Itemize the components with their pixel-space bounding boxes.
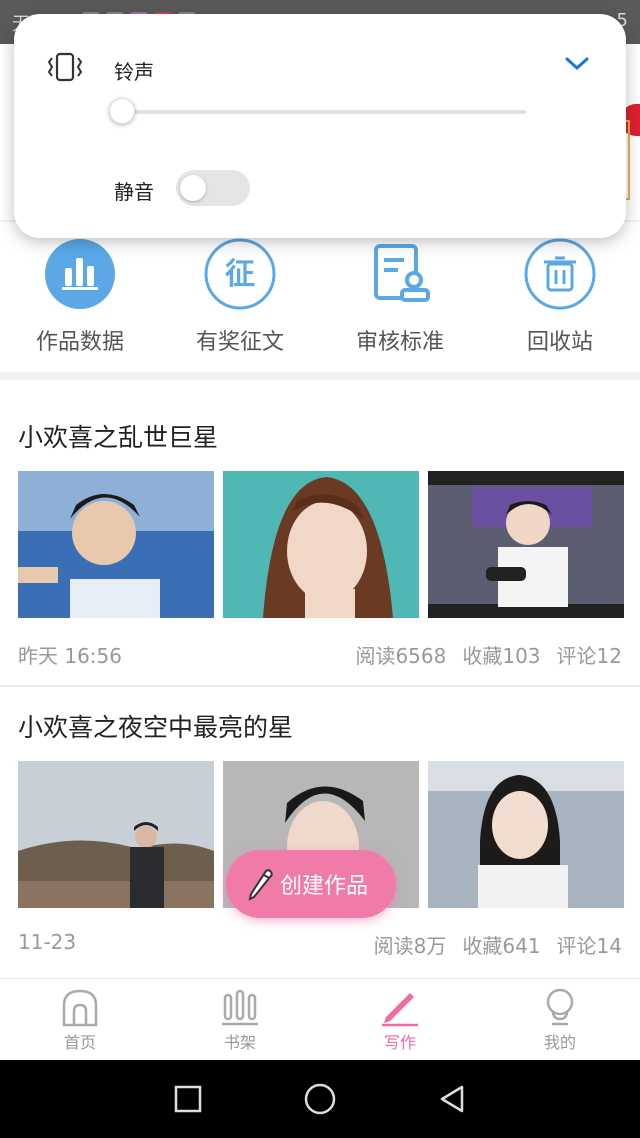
toggle-knob[interactable]: [180, 175, 206, 201]
work-title[interactable]: 小欢喜之夜空中最亮的星: [18, 708, 293, 744]
work-stats: 阅读8万 收藏641 评论14: [374, 930, 622, 959]
profile-icon: [546, 988, 574, 1026]
work-thumbnails: [18, 471, 624, 618]
action-label: 审核标准: [355, 330, 444, 355]
home-button-icon[interactable]: [303, 1082, 337, 1116]
bar-chart-icon: [44, 238, 116, 310]
recents-icon[interactable]: [173, 1084, 203, 1114]
favorite-count: 收藏641: [462, 934, 541, 958]
home-icon: [62, 989, 98, 1027]
ringtone-slider-knob[interactable]: [109, 98, 135, 124]
action-label: 回收站: [526, 330, 593, 355]
thumbnail-image[interactable]: [428, 761, 624, 908]
quick-actions: 作品数据 征 有奖征文 审核标准 回收站: [0, 222, 640, 372]
vibrate-icon[interactable]: [46, 52, 84, 82]
tab-write[interactable]: 写作: [320, 979, 480, 1060]
action-label: 作品数据: [35, 330, 124, 355]
favorite-count: 收藏103: [462, 644, 541, 668]
mute-label: 静音: [114, 180, 154, 204]
action-review-standard[interactable]: 审核标准: [320, 222, 480, 372]
tab-label: 写作: [383, 1033, 416, 1052]
tab-label: 书架: [223, 1033, 256, 1052]
thumbnail-image[interactable]: [18, 471, 214, 618]
thumbnail-image[interactable]: [223, 471, 419, 618]
bottom-tab-bar: 首页 书架 写作 我的: [0, 978, 640, 1060]
tab-label: 首页: [63, 1033, 96, 1052]
action-contest[interactable]: 征 有奖征文: [160, 222, 320, 372]
comment-count: 评论14: [556, 934, 622, 958]
pencil-icon: [248, 869, 273, 901]
review-doc-icon: [364, 238, 436, 310]
work-time: 昨天 16:56: [18, 644, 122, 668]
tab-home[interactable]: 首页: [0, 979, 160, 1060]
tab-label: 我的: [543, 1033, 576, 1052]
work-stats: 阅读6568 收藏103 评论12: [355, 640, 622, 669]
action-work-data[interactable]: 作品数据: [0, 222, 160, 372]
contest-glyph: 征: [225, 257, 255, 292]
thumbnail-image[interactable]: [428, 471, 624, 618]
mute-toggle[interactable]: [176, 170, 250, 206]
system-nav-bar: [0, 1060, 640, 1138]
thumbnail-image[interactable]: [18, 761, 214, 908]
back-icon[interactable]: [437, 1084, 467, 1114]
read-count: 阅读6568: [355, 644, 447, 668]
pencil-icon: [382, 993, 418, 1027]
divider: [0, 685, 640, 687]
chevron-down-icon[interactable]: [564, 56, 590, 72]
contest-icon: 征: [204, 238, 276, 310]
trash-icon: [524, 238, 596, 310]
create-work-label: 创建作品: [280, 874, 369, 899]
volume-panel: 铃声 静音: [14, 14, 626, 238]
create-work-button[interactable]: 创建作品: [226, 850, 396, 918]
bookshelf-icon: [222, 989, 258, 1026]
tab-bookshelf[interactable]: 书架: [160, 979, 320, 1060]
work-title[interactable]: 小欢喜之乱世巨星: [18, 418, 218, 454]
comment-count: 评论12: [556, 644, 622, 668]
ringtone-label: 铃声: [114, 60, 154, 84]
read-count: 阅读8万: [373, 934, 447, 958]
ringtone-slider-track[interactable]: [122, 110, 526, 114]
work-time: 11-23: [18, 930, 77, 954]
action-label: 有奖征文: [195, 330, 284, 355]
tab-profile[interactable]: 我的: [480, 979, 640, 1060]
action-recycle-bin[interactable]: 回收站: [480, 222, 640, 372]
